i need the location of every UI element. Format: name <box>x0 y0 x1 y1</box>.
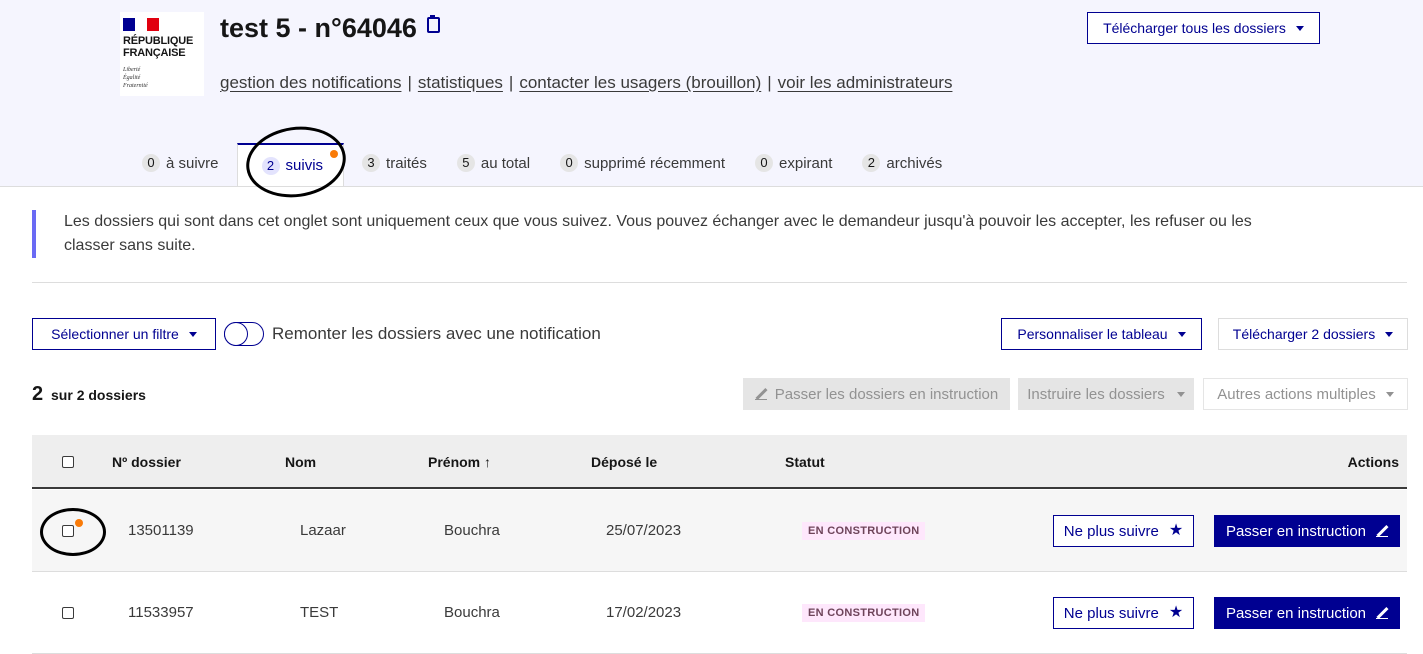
cell-depose[interactable]: 17/02/2023 <box>606 604 681 621</box>
table-row[interactable]: 11533957 TEST Bouchra 17/02/2023 EN CONS… <box>32 572 1407 654</box>
cell-prenom[interactable]: Bouchra <box>444 522 500 539</box>
header-prenom[interactable]: Prénom ↑ <box>428 454 491 470</box>
table-row[interactable]: 13501139 Lazaar Bouchra 25/07/2023 EN CO… <box>32 490 1407 572</box>
tab-a-suivre[interactable]: 0 à suivre <box>130 143 231 183</box>
cell-nom[interactable]: TEST <box>300 604 338 621</box>
filter-select-button[interactable]: Sélectionner un filtre <box>32 318 216 350</box>
notification-dot <box>330 150 339 158</box>
caret-down-icon <box>1385 391 1394 397</box>
caret-down-icon <box>188 331 197 337</box>
unfollow-button[interactable]: Ne plus suivre ★ <box>1053 515 1194 547</box>
tabs: 0 à suivre 2 suivis 3 traités 5 au total… <box>130 143 960 186</box>
header-actions: Actions <box>1347 454 1399 470</box>
row-checkbox[interactable] <box>62 607 74 619</box>
bulk-instruire-button[interactable]: Instruire les dossiers <box>1018 378 1194 410</box>
status-badge: EN CONSTRUCTION <box>802 522 926 540</box>
tab-archives[interactable]: 2 archivés <box>850 143 954 183</box>
info-callout: Les dossiers qui sont dans cet onglet so… <box>32 210 1272 258</box>
table-header: Nº dossier Nom Prénom ↑ Déposé le Statut… <box>32 435 1407 489</box>
cell-prenom[interactable]: Bouchra <box>444 604 500 621</box>
tab-suivis[interactable]: 2 suivis <box>236 143 345 186</box>
dossier-count: 2 sur 2 dossiers <box>32 383 146 405</box>
header-statut[interactable]: Statut <box>785 454 825 470</box>
link-administrateurs[interactable]: voir les administrateurs <box>778 73 953 93</box>
tab-expirant[interactable]: 0 expirant <box>743 143 844 183</box>
pencil-icon <box>1376 607 1389 619</box>
clipboard-icon[interactable] <box>426 14 440 33</box>
notification-dot <box>75 519 83 527</box>
header-nom[interactable]: Nom <box>285 454 316 470</box>
header-depose[interactable]: Déposé le <box>591 454 657 470</box>
logo-text: RÉPUBLIQUE FRANÇAISE <box>123 35 194 59</box>
cell-depose[interactable]: 25/07/2023 <box>606 522 681 539</box>
header: RÉPUBLIQUE FRANÇAISE Liberté Égalité Fra… <box>0 0 1423 187</box>
cell-numero[interactable]: 11533957 <box>128 604 194 621</box>
bulk-other-actions-button[interactable]: Autres actions multiples <box>1203 378 1408 410</box>
caret-down-icon <box>1295 25 1304 31</box>
star-icon: ★ <box>1168 604 1184 621</box>
tab-au-total[interactable]: 5 au total <box>445 143 542 183</box>
header-links: gestion des notifications | statistiques… <box>220 73 953 93</box>
bulk-instruction-button[interactable]: Passer les dossiers en instruction <box>743 378 1010 410</box>
select-all-checkbox[interactable] <box>62 456 74 468</box>
republique-francaise-logo[interactable]: RÉPUBLIQUE FRANÇAISE Liberté Égalité Fra… <box>120 12 204 96</box>
header-numero[interactable]: Nº dossier <box>112 454 181 470</box>
caret-down-icon <box>1385 331 1394 337</box>
instruct-button[interactable]: Passer en instruction <box>1214 515 1400 547</box>
link-notifications[interactable]: gestion des notifications <box>220 73 401 93</box>
tab-supprime-recemment[interactable]: 0 supprimé récemment <box>548 143 737 183</box>
star-icon: ★ <box>1168 522 1184 539</box>
instruct-button[interactable]: Passer en instruction <box>1214 597 1400 629</box>
link-statistiques[interactable]: statistiques <box>418 73 503 93</box>
divider <box>32 282 1407 283</box>
customize-table-button[interactable]: Personnaliser le tableau <box>1001 318 1202 350</box>
french-flag-icon <box>123 18 159 31</box>
link-contacter-usagers[interactable]: contacter les usagers (brouillon) <box>519 73 761 93</box>
caret-down-icon <box>1176 391 1185 397</box>
notification-toggle[interactable] <box>224 322 264 346</box>
caret-down-icon <box>1177 331 1186 337</box>
cell-numero[interactable]: 13501139 <box>128 522 194 539</box>
unfollow-button[interactable]: Ne plus suivre ★ <box>1053 597 1194 629</box>
toggle-label: Remonter les dossiers avec une notificat… <box>272 324 601 343</box>
pencil-icon <box>1376 525 1389 537</box>
tab-traites[interactable]: 3 traités <box>350 143 439 183</box>
pencil-icon <box>754 388 767 400</box>
download-dossiers-button[interactable]: Télécharger 2 dossiers <box>1218 318 1408 350</box>
row-checkbox[interactable] <box>62 525 74 537</box>
status-badge: EN CONSTRUCTION <box>802 604 926 622</box>
cell-nom[interactable]: Lazaar <box>300 522 346 539</box>
logo-motto: Liberté Égalité Fraternité <box>123 67 148 89</box>
page-title: test 5 - n°64046 <box>220 13 440 44</box>
download-all-button[interactable]: Télécharger tous les dossiers <box>1087 12 1320 44</box>
